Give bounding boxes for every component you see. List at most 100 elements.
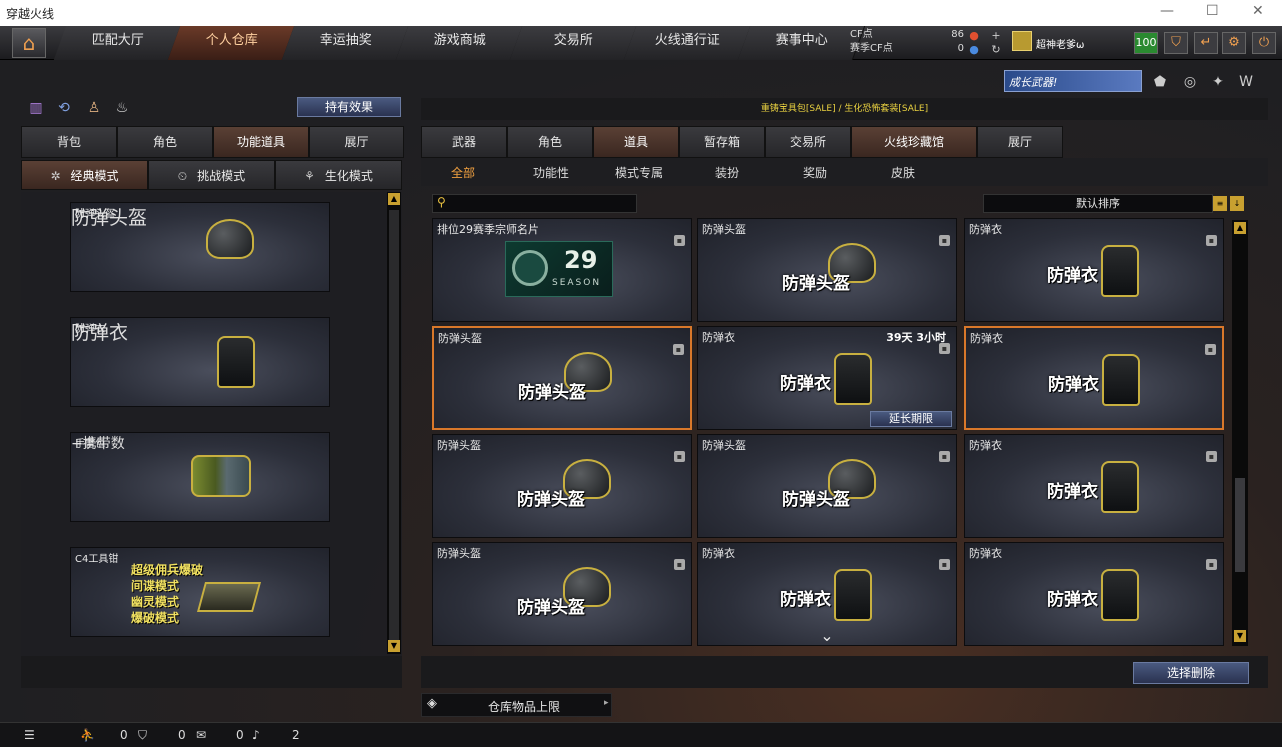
inventory-item[interactable]: 防弹头盔 ▪ 防弹头盔 [432, 542, 692, 646]
subtab[interactable]: 皮肤 [891, 164, 915, 181]
scroll-up-icon[interactable]: ▲ [388, 193, 400, 205]
left-tab[interactable]: 角色 [117, 126, 213, 158]
inventory-item[interactable]: 防弹衣 ▪ 防弹衣 [964, 542, 1224, 646]
clan-icon[interactable]: ⛉ [138, 728, 147, 743]
promo-ticker[interactable]: 重铸宝具包[SALE] / 生化恐怖套装[SALE] [421, 98, 1268, 120]
right-scrollbar[interactable]: ▲ ▼ [1232, 220, 1248, 646]
grid-scroll-up-icon[interactable]: ▲ [1234, 222, 1246, 234]
lock-icon[interactable]: ▪ [1206, 235, 1217, 246]
shield-icon[interactable]: ⛉ [1164, 32, 1188, 54]
nav-tab[interactable]: 匹配大厅 [53, 26, 182, 60]
lock-icon[interactable]: ▪ [1206, 451, 1217, 462]
subtab[interactable]: 装扮 [715, 164, 739, 181]
inventory-item[interactable]: 防弹衣 ▪ 防弹衣 [964, 326, 1224, 430]
right-tab[interactable]: 武器 [421, 126, 507, 158]
lock-icon[interactable]: ▪ [939, 559, 950, 570]
menu-icon[interactable]: ☰ [24, 728, 35, 742]
power-icon[interactable]: ⏻ [1252, 32, 1276, 54]
inventory-item[interactable]: 防弹头盔 ▪ 防弹头盔 [697, 218, 957, 322]
mode-tab[interactable]: ⚘ 生化模式 [275, 160, 402, 190]
equip-slot[interactable]: 手雷包 +携带数 [70, 432, 330, 522]
nav-tab[interactable]: 火线通行证 [623, 26, 752, 60]
cycle-icon[interactable]: ⟲ [56, 100, 72, 116]
refresh-icon[interactable]: ↻ [988, 42, 1004, 58]
lock-icon[interactable]: ▪ [673, 344, 684, 355]
right-tab[interactable]: 道具 [593, 126, 679, 158]
search-input[interactable]: ⚲ [432, 194, 637, 213]
extend-button[interactable]: 延长期限 [870, 411, 952, 427]
item-title: 防弹头盔 [437, 547, 481, 560]
inventory-item[interactable]: 防弹衣 ▪ 防弹衣 [964, 434, 1224, 538]
nav-tab[interactable]: 个人仓库 [167, 26, 296, 60]
subtab[interactable]: 奖励 [803, 164, 827, 181]
left-scroll-thumb[interactable] [389, 210, 399, 640]
grid-scroll-thumb[interactable] [1235, 478, 1245, 572]
left-tab[interactable]: 功能道具 [213, 126, 309, 158]
inventory-item[interactable]: 防弹衣 ▪ 防弹衣 39天 3小时 延长期限 [697, 326, 957, 430]
lock-icon[interactable]: ▪ [939, 451, 950, 462]
right-tab[interactable]: 交易所 [765, 126, 851, 158]
return-icon[interactable]: ↵ [1194, 32, 1218, 54]
right-tab[interactable]: 角色 [507, 126, 593, 158]
select-delete-button[interactable]: 选择删除 [1133, 662, 1249, 684]
sort-direction-icon[interactable]: ↓ [1230, 196, 1244, 211]
window-title: 穿越火线 [6, 7, 55, 21]
list-view-icon[interactable]: ≡ [1213, 196, 1227, 211]
minimize-icon[interactable]: — [1160, 3, 1174, 19]
equip-slot[interactable]: 防弹衣 防弹衣 [70, 317, 330, 407]
nav-tab[interactable]: 交易所 [509, 26, 638, 60]
item-title: 防弹衣 [970, 332, 1003, 345]
mode-tab[interactable]: ✲ 经典模式 [21, 160, 148, 190]
w-logo-icon[interactable]: W [1238, 74, 1254, 90]
effect-button[interactable]: 持有效果 [297, 97, 401, 117]
home-icon[interactable]: ⌂ [12, 28, 46, 58]
cf-points-values: 86 0 [948, 28, 964, 56]
growth-weapon-banner[interactable]: 成长武器! [1004, 70, 1142, 92]
chat-icon[interactable]: ✉ [196, 728, 206, 742]
right-tab[interactable]: 展厅 [977, 126, 1063, 158]
lock-icon[interactable]: ▪ [1206, 559, 1217, 570]
inventory-item[interactable]: 排位29赛季宗师名片 ▪ 29 SEASON [432, 218, 692, 322]
subtab[interactable]: 功能性 [533, 164, 569, 181]
vip-badge-icon[interactable]: ⬟ [1152, 74, 1168, 90]
scroll-down-icon[interactable]: ▼ [388, 640, 400, 652]
globe-icon[interactable]: ◎ [1182, 74, 1198, 90]
clan-count: 0 [178, 728, 186, 742]
character-icon[interactable]: ♙ [86, 100, 102, 116]
equip-slot[interactable]: C4工具钳 超级佣兵爆破 间谍模式 幽灵模式 爆破模式 [70, 547, 330, 637]
nav-tab[interactable]: 幸运抽奖 [281, 26, 410, 60]
inventory-item[interactable]: 防弹头盔 ▪ 防弹头盔 [432, 434, 692, 538]
stats-icon[interactable]: ▥ [28, 100, 44, 116]
right-tab[interactable]: 暂存箱 [679, 126, 765, 158]
lock-icon[interactable]: ▪ [674, 235, 685, 246]
more-chevron-down-icon[interactable]: ⌄ [815, 626, 839, 645]
equip-slot[interactable]: 防弹头盔 防弹头盔 [70, 202, 330, 292]
right-tab[interactable]: 火线珍藏馆 [851, 126, 977, 158]
maximize-icon[interactable]: ☐ [1206, 3, 1219, 19]
nav-tab[interactable]: 游戏商城 [395, 26, 524, 60]
rocket-icon[interactable]: ✦ [1210, 74, 1226, 90]
close-icon[interactable]: ✕ [1252, 3, 1264, 19]
inventory-item[interactable]: 防弹头盔 ▪ 防弹头盔 [432, 326, 692, 430]
left-tab[interactable]: 展厅 [309, 126, 404, 158]
left-scrollbar[interactable]: ▲ ▼ [387, 192, 401, 654]
right-tab-label: 交易所 [789, 135, 826, 149]
grid-scroll-down-icon[interactable]: ▼ [1234, 630, 1246, 642]
inventory-item[interactable]: 防弹头盔 ▪ 防弹头盔 [697, 434, 957, 538]
lock-icon[interactable]: ▪ [939, 235, 950, 246]
lock-icon[interactable]: ▪ [674, 451, 685, 462]
sort-dropdown[interactable]: 默认排序 [983, 194, 1213, 213]
subtab[interactable]: 全部 [451, 164, 475, 181]
lock-icon[interactable]: ▪ [674, 559, 685, 570]
capacity-bar[interactable]: ◈ 仓库物品上限 ▸ [421, 693, 612, 717]
lock-icon[interactable]: ▪ [1205, 344, 1216, 355]
settings-gear-icon[interactable]: ⚙ [1222, 32, 1246, 54]
speaker-icon[interactable]: ♪ [252, 728, 260, 742]
subtab[interactable]: 模式专属 [615, 164, 663, 181]
nav-tab[interactable]: 赛事中心 [737, 26, 866, 60]
left-tab[interactable]: 背包 [21, 126, 117, 158]
bag-icon[interactable]: ♨ [114, 100, 130, 116]
inventory-item[interactable]: 防弹衣 ▪ 防弹衣 [964, 218, 1224, 322]
friends-icon[interactable]: ⛹ [80, 728, 95, 742]
mode-tab[interactable]: ⏲ 挑战模式 [148, 160, 275, 190]
